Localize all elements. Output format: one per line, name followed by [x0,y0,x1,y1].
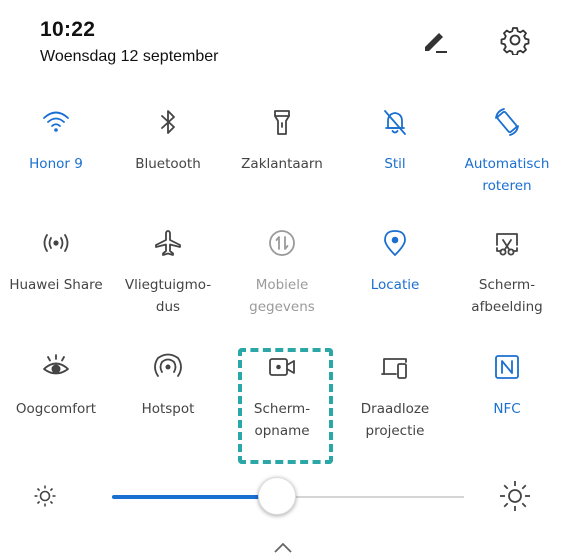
tile-label: Huawei Share [9,277,103,293]
mobile-data-icon [269,230,295,256]
tile-label: Mobiele gegevens [249,277,315,315]
tile-draadloze-projectie[interactable]: Draadloze projectie [339,352,451,442]
eye-icon [43,354,69,375]
bell-off-icon [384,110,406,135]
tile-hotspot[interactable]: Hotspot [112,352,224,420]
tile-label: Locatie [370,277,420,293]
tile-scherm-opname[interactable]: Scherm- opname [226,352,338,442]
gear-icon[interactable] [500,25,530,55]
screen-record-icon [269,358,295,376]
tile-label: Stil [384,156,406,172]
tile-label: Zaklantaarn [241,156,323,172]
brightness-slider-thumb[interactable] [258,477,297,515]
auto-rotate-icon [495,108,519,136]
brightness-low-icon [34,485,56,507]
huawei-share-icon [43,234,69,252]
nfc-icon [495,355,519,379]
tile-huawei-share[interactable]: Huawei Share [0,228,112,296]
wifi-icon [43,111,69,132]
tile-vliegtuigmo-dus[interactable]: Vliegtuigmo- dus [112,228,224,318]
hotspot-icon [154,353,182,377]
edit-pencil-icon[interactable] [420,27,450,57]
brightness-slider-fill [112,495,278,499]
brightness-high-icon [500,481,530,511]
tile-label: Automatisch roteren [464,156,550,194]
brightness-slider[interactable] [112,477,464,515]
flashlight-icon [274,110,290,135]
tile-oogcomfort[interactable]: Oogcomfort [0,352,112,420]
tile-label: Scherm- afbeelding [471,277,543,315]
tile-locatie[interactable]: Locatie [339,228,451,296]
tile-label: Vliegtuigmo- dus [124,277,212,315]
tile-scherm-afbeelding[interactable]: Scherm- afbeelding [451,228,563,318]
tile-stil[interactable]: Stil [339,107,451,175]
bluetooth-icon [161,110,175,134]
tile-label: Draadloze projectie [360,401,430,439]
clock-time: 10:22 [40,18,96,41]
tile-honor-9[interactable]: Honor 9 [0,107,112,175]
wireless-projection-icon [381,358,407,379]
tile-label: NFC [493,401,521,417]
tile-mobiele-gegevens[interactable]: Mobiele gegevens [226,228,338,318]
tile-label: Scherm- opname [253,401,311,439]
tile-automatisch-roteren[interactable]: Automatisch roteren [451,107,563,197]
tile-label: Hotspot [141,401,195,417]
location-icon [384,230,406,256]
airplane-icon [155,230,181,256]
screenshot-icon [496,233,518,256]
tile-nfc[interactable]: NFC [451,352,563,420]
tile-label: Oogcomfort [15,401,97,417]
tile-label: Bluetooth [135,156,201,172]
tile-zaklantaarn[interactable]: Zaklantaarn [226,107,338,175]
expand-handle-icon[interactable] [273,540,293,554]
tile-label: Honor 9 [29,156,83,172]
date-label: Woensdag 12 september [40,48,219,65]
tile-bluetooth[interactable]: Bluetooth [112,107,224,175]
